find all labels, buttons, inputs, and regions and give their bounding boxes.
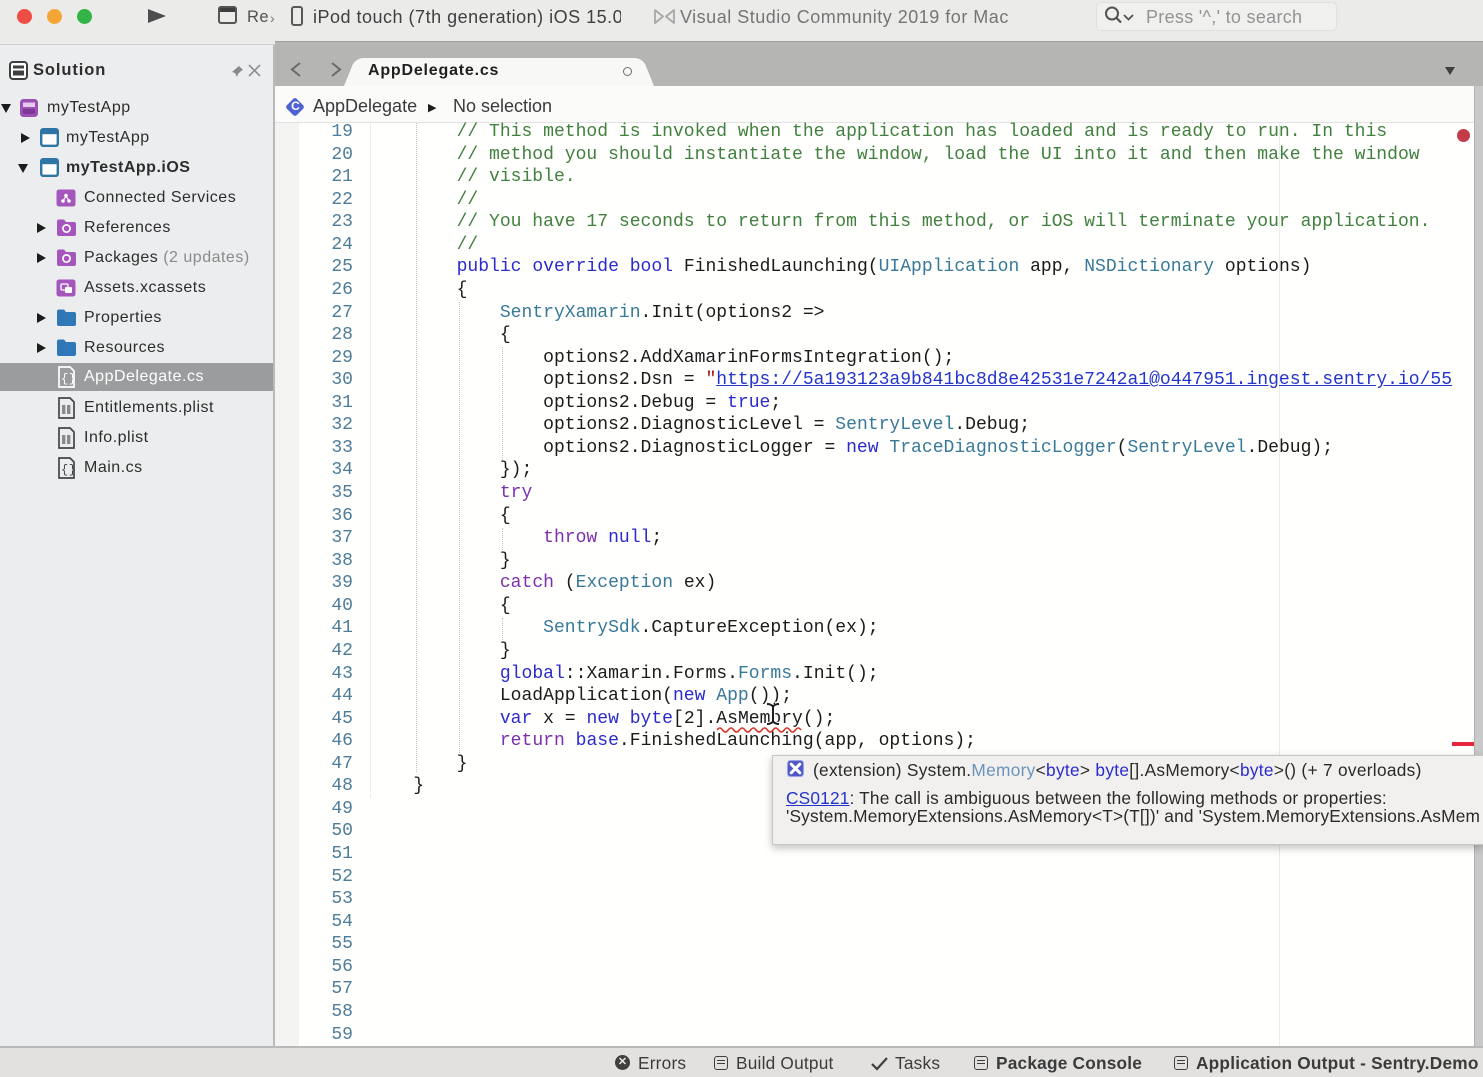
svg-text:{}: {}	[61, 463, 76, 477]
svg-text:{}: {}	[61, 372, 76, 386]
